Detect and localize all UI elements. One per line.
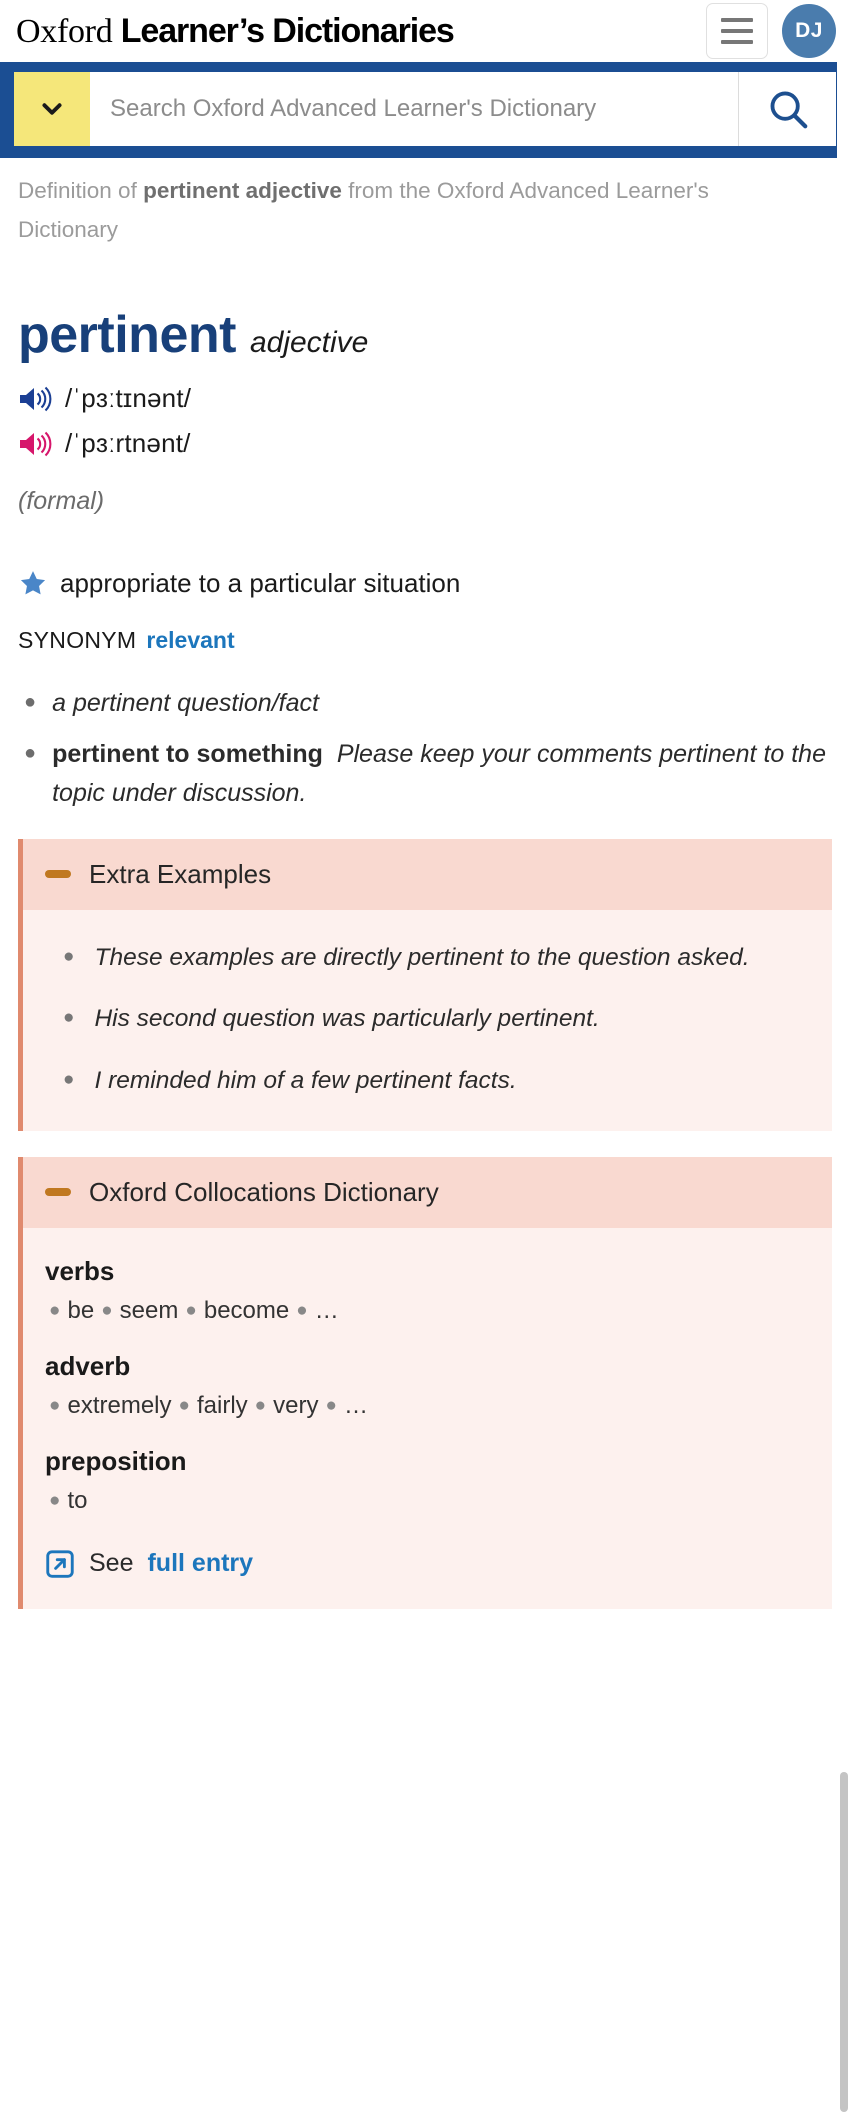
collocation-word[interactable]: very <box>273 1392 318 1419</box>
list-item: ● I reminded him of a few pertinent fact… <box>45 1061 810 1101</box>
list-item: ● pertinent to something Please keep you… <box>18 735 832 813</box>
breadcrumb-headword: pertinent adjective <box>143 178 342 203</box>
collocation-word[interactable]: be <box>67 1297 94 1324</box>
collocation-word[interactable]: become <box>204 1297 289 1324</box>
search-input[interactable] <box>90 72 738 146</box>
extra-examples-body: ● These examples are directly pertinent … <box>23 910 832 1131</box>
example-list: ● a pertinent question/fact ● pertinent … <box>18 684 832 812</box>
collocations-toggle[interactable]: Oxford Collocations Dictionary <box>23 1156 832 1228</box>
minus-icon <box>45 870 71 879</box>
collocations-body: verbs ● be ● seem ● become ● … adverb ● extremel… <box>23 1228 832 1609</box>
sense-definition-row: appropriate to a particular situation <box>18 568 832 599</box>
see-full-entry-prefix: See <box>89 1549 134 1578</box>
collocations-title: Oxford Collocations Dictionary <box>89 1176 439 1207</box>
avatar[interactable]: DJ <box>782 4 836 58</box>
minus-icon <box>45 1188 71 1197</box>
collocation-group-label: preposition <box>45 1445 187 1476</box>
collocation-group-label: verbs <box>45 1255 115 1286</box>
search-submit-button[interactable] <box>738 72 836 146</box>
list-item: ● These examples are directly pertinent … <box>45 938 810 978</box>
search-bar <box>0 62 850 158</box>
hamburger-menu-icon <box>721 40 753 44</box>
collocation-group: verbs ● be ● seem ● become ● … <box>45 1256 810 1329</box>
bullet-icon: ● <box>63 1069 75 1090</box>
synonym-row: SYNONYM relevant <box>18 627 832 654</box>
speaker-icon[interactable] <box>18 384 52 414</box>
bullet-icon: ● <box>325 1395 337 1417</box>
chevron-down-icon <box>42 103 62 115</box>
bullet-icon: ● <box>49 1300 61 1322</box>
collocation-more: … <box>343 1391 368 1419</box>
synonym-link[interactable]: relevant <box>146 627 234 653</box>
collocation-group: preposition ● to <box>45 1446 810 1519</box>
collocation-word[interactable]: to <box>67 1487 87 1514</box>
bullet-icon: ● <box>63 945 75 967</box>
extra-example-text: I reminded him of a few pertinent facts. <box>94 1067 517 1094</box>
header-actions: DJ <box>706 3 836 59</box>
bullet-icon: ● <box>24 691 37 714</box>
bullet-icon: ● <box>63 1007 75 1029</box>
extra-example-text: His second question was particularly per… <box>94 1005 600 1033</box>
full-entry-link-text: full entry <box>147 1549 254 1578</box>
hamburger-menu-button[interactable] <box>706 3 768 59</box>
pronunciation-uk: /ˈpɜːtɪnənt/ <box>18 383 832 414</box>
bullet-icon: ● <box>49 1395 61 1417</box>
speaker-icon[interactable] <box>18 429 52 459</box>
bullet-icon: ● <box>178 1395 190 1417</box>
collocation-word[interactable]: extremely <box>67 1392 171 1419</box>
example-text: a pertinent question/fact <box>52 689 319 718</box>
page-scrollbar[interactable] <box>837 0 850 2114</box>
site-header: Oxford Learner’s Dictionaries DJ <box>0 0 850 62</box>
collocation-word[interactable]: fairly <box>197 1392 248 1419</box>
synonym-label: SYNONYM <box>18 627 137 654</box>
ipa-us: /ˈpɜːrtnənt/ <box>65 428 191 459</box>
list-item: ● a pertinent question/fact <box>18 684 832 723</box>
collocation-words: ● extremely ● fairly ● very ● … <box>45 1388 810 1424</box>
extra-examples-panel: Extra Examples ● These examples are dire… <box>18 838 832 1131</box>
breadcrumb-prefix: Definition of <box>18 178 144 203</box>
list-item: ● His second question was particularly p… <box>45 999 810 1039</box>
scrollbar-thumb[interactable] <box>840 1772 848 2112</box>
extra-example-text: These examples are directly pertinent to… <box>94 943 750 971</box>
definition-text: appropriate to a particular situation <box>60 568 461 599</box>
site-logo[interactable]: Oxford Learner’s Dictionaries <box>16 14 454 49</box>
collocation-words: ● to <box>45 1483 810 1519</box>
external-link-icon <box>46 1550 74 1578</box>
dictionary-select-button[interactable] <box>14 72 90 146</box>
bullet-icon: ● <box>49 1490 61 1512</box>
logo-learners-dictionaries-text: Learner’s Dictionaries <box>112 13 454 49</box>
part-of-speech: adjective <box>249 326 369 360</box>
extra-examples-toggle[interactable]: Extra Examples <box>23 838 832 910</box>
page-title: pertinent <box>18 306 236 365</box>
see-full-entry-link[interactable]: See full entry <box>45 1549 810 1579</box>
bullet-icon: ● <box>254 1395 267 1417</box>
collocations-panel: Oxford Collocations Dictionary verbs ● be… <box>18 1156 832 1609</box>
search-icon <box>770 91 807 129</box>
headword-row: pertinent adjective <box>18 309 832 361</box>
collocation-words: ● be ● seem ● become ● … <box>45 1293 810 1329</box>
collocation-word[interactable]: seem <box>120 1297 179 1324</box>
collocation-group-label: adverb <box>45 1350 131 1381</box>
star-icon <box>20 571 46 595</box>
hamburger-menu-icon <box>721 29 753 33</box>
pronunciation-us: /ˈpɜːrtnənt/ <box>18 428 832 459</box>
register-label: (formal) <box>18 487 105 516</box>
bullet-icon: ● <box>185 1300 197 1322</box>
search-control-group <box>14 72 836 146</box>
hamburger-menu-icon <box>721 18 753 22</box>
bullet-icon: ● <box>296 1300 308 1322</box>
entry-main: Definition of pertinent adjective from t… <box>0 158 850 1609</box>
extra-examples-title: Extra Examples <box>89 858 272 889</box>
ipa-uk: /ˈpɜːtɪnənt/ <box>65 383 192 414</box>
bullet-icon: ● <box>24 742 37 765</box>
collocation-more: … <box>314 1296 339 1324</box>
example-text: pertinent to something Please keep your … <box>52 735 832 813</box>
collocation-group: adverb ● extremely ● fairly ● very ● … <box>45 1351 810 1424</box>
collocation-phrase: pertinent to something <box>52 740 323 769</box>
breadcrumb: Definition of pertinent adjective from t… <box>18 158 778 249</box>
bullet-icon: ● <box>101 1300 113 1322</box>
logo-oxford-text: Oxford <box>16 13 113 49</box>
